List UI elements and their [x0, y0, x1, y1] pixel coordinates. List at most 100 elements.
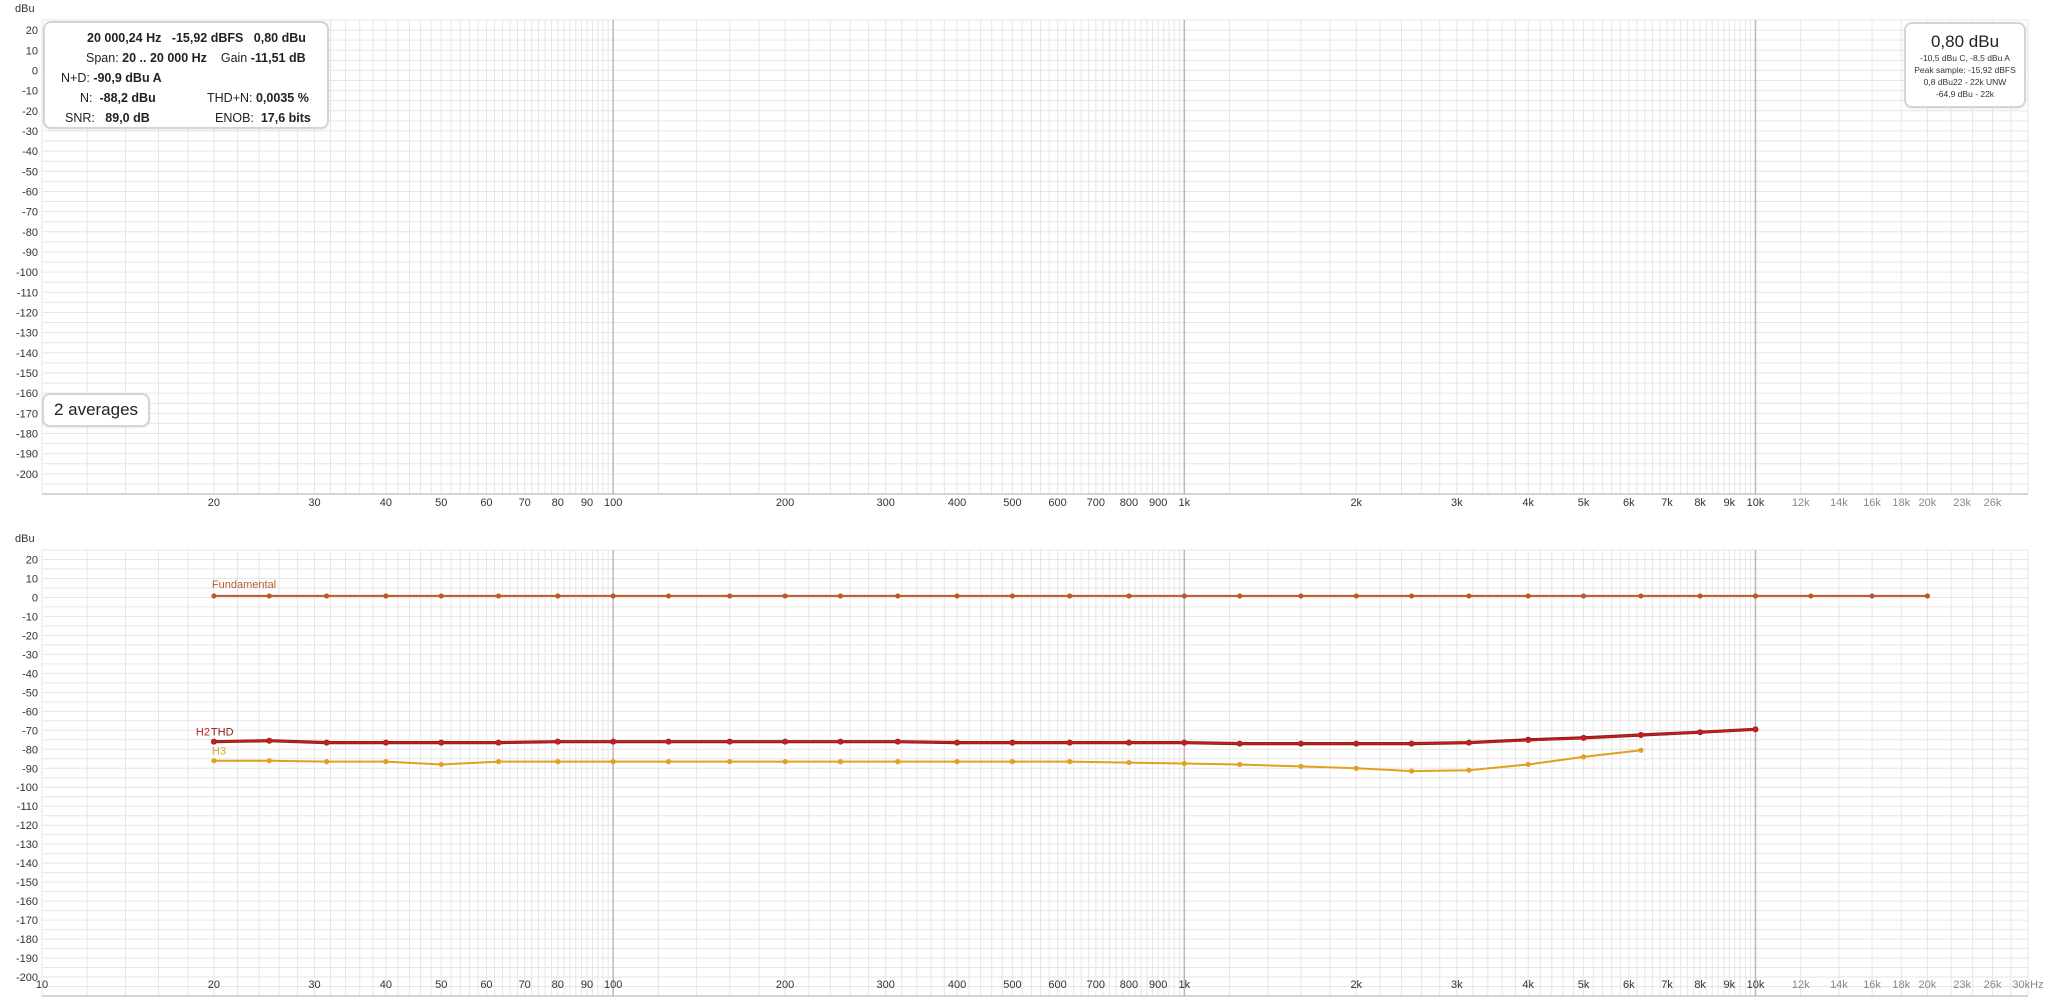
readout-enob-value: 17,6 bits: [260, 111, 311, 125]
x-tick-label: 2k: [1350, 979, 1362, 991]
averages-button[interactable]: 2 averages: [42, 393, 150, 427]
series-point-h2: [211, 739, 217, 745]
x-tick-label: 400: [948, 497, 966, 509]
y-tick-label: -160: [16, 896, 38, 908]
series-point-h2: [1525, 738, 1531, 744]
x-tick-label: 20: [208, 979, 220, 991]
readout-dbu: 0,80 dBu: [253, 31, 306, 45]
chart-svg[interactable]: dBu20100-10-20-30-40-50-60-70-80-90-100-…: [0, 0, 2048, 1000]
x-tick-label: 8k: [1694, 497, 1706, 509]
x-tick-label: 80: [552, 497, 564, 509]
y-tick-label: -140: [16, 348, 38, 360]
series-point-fundamental: [211, 593, 217, 599]
readout-gain-label: Gain: [220, 51, 248, 65]
y-tick-label: -200: [16, 469, 38, 481]
readout-line-2: Span: 20 .. 20 000 Hz Gain -11,51 dB: [86, 51, 306, 65]
series-point-h2: [1753, 726, 1758, 732]
x-tick-label: 10k: [1747, 979, 1765, 991]
readout-n-label: N:: [80, 91, 93, 105]
x-tick-label: 7k: [1661, 497, 1673, 509]
series-point-h2: [610, 739, 616, 745]
x-tick-label: 200: [776, 497, 794, 509]
y-tick-label: -30: [22, 649, 38, 661]
x-tick-label: 30kHz: [2012, 979, 2043, 991]
series-point-h3: [1409, 768, 1415, 774]
y-tick-label: -80: [22, 227, 38, 239]
x-tick-label: 18k: [1892, 979, 1910, 991]
series-point-fundamental: [438, 593, 444, 599]
x-tick-label: 6k: [1623, 979, 1635, 991]
series-point-h3: [1466, 767, 1472, 773]
readout-thdn: THD+N: 0,0035 %: [207, 91, 309, 105]
x-tick-label: 10k: [1747, 497, 1765, 509]
x-tick-label: 300: [876, 497, 894, 509]
x-tick-label: 70: [519, 497, 531, 509]
readout-thdn-label: THD+N:: [207, 91, 253, 105]
series-point-h3: [1638, 747, 1644, 753]
x-tick-label: 23k: [1953, 497, 1971, 509]
series-point-fundamental: [1466, 593, 1472, 599]
y-tick-label: -180: [16, 428, 38, 440]
series-point-h3: [324, 759, 330, 765]
y-tick-label: -140: [16, 858, 38, 870]
x-tick-label: 40: [380, 979, 392, 991]
x-tick-label: 5k: [1578, 979, 1590, 991]
y-tick-label: 0: [32, 592, 38, 604]
series-point-fundamental: [1525, 593, 1531, 599]
x-tick-label: 16k: [1863, 979, 1881, 991]
y-tick-label: -150: [16, 368, 38, 380]
rew-stage: dBu 20 10 0 -10 -20 -30 -40 -50 -60 -70 -80 -90 -100-…: [0, 0, 2048, 1000]
x-tick-label: 30: [308, 979, 320, 991]
readout-span-label: Span:: [86, 51, 119, 65]
x-tick-label: 300: [876, 979, 894, 991]
measurement-readout-panel: 20 000,24 Hz -15,92 dBFS 0,80 dBu Span: …: [43, 21, 329, 129]
x-tick-label: 90: [581, 979, 593, 991]
x-tick-label: 18k: [1892, 497, 1910, 509]
y-tick-label: -120: [16, 820, 38, 832]
series-point-h3: [837, 759, 844, 765]
series-point-fundamental: [954, 593, 960, 599]
series-point-fundamental: [1126, 593, 1132, 599]
x-tick-label: 800: [1120, 497, 1138, 509]
y-tick-label: -60: [22, 706, 38, 718]
readout-enob-label: ENOB:: [215, 111, 254, 125]
y-tick-label: -190: [16, 953, 38, 965]
series-point-h3: [383, 759, 389, 765]
x-tick-label: 12k: [1792, 979, 1810, 991]
level-line-2: Peak sample: -15,92 dBFS: [1914, 65, 2016, 75]
x-tick-label: 26k: [1984, 497, 2002, 509]
series-point-fundamental: [1298, 593, 1304, 599]
x-tick-label: 3k: [1451, 497, 1463, 509]
series-point-fundamental: [1009, 593, 1015, 599]
series-label-h3: H3: [212, 746, 226, 758]
x-tick-label: 26k: [1984, 979, 2002, 991]
x-tick-label: 40: [380, 497, 392, 509]
level-line-3: 0,8 dBu22 - 22k UNW: [1923, 77, 2007, 87]
x-tick-label: 14k: [1830, 497, 1848, 509]
plot-area-0[interactable]: [42, 20, 2028, 494]
series-point-h2: [1009, 740, 1015, 746]
readout-snr-label: SNR:: [65, 111, 95, 125]
x-tick-label: 3k: [1451, 979, 1463, 991]
series-point-fundamental: [1067, 593, 1073, 599]
series-point-h2: [954, 740, 960, 746]
y-tick-label: -50: [22, 166, 38, 178]
series-point-fundamental: [495, 593, 502, 599]
series-point-fundamental: [324, 593, 330, 599]
y-tick-label: 10: [26, 45, 38, 57]
x-tick-label: 700: [1087, 979, 1105, 991]
y-tick-label: -90: [22, 247, 38, 259]
x-tick-label: 900: [1149, 979, 1167, 991]
level-main: 0,80 dBu: [1930, 32, 2000, 51]
series-point-fundamental: [1638, 593, 1644, 599]
readout-line-1: 20 000,24 Hz -15,92 dBFS 0,80 dBu: [87, 31, 306, 45]
y-tick-label: -50: [22, 687, 38, 699]
x-tick-label: 4k: [1522, 979, 1534, 991]
readout-gain: -11,51 dB: [250, 51, 306, 65]
y-tick-label: -110: [17, 801, 38, 813]
series-point-fundamental: [1237, 593, 1243, 599]
x-tick-label: 400: [948, 979, 966, 991]
series-point-fundamental: [383, 593, 389, 599]
series-point-h3: [1237, 761, 1243, 768]
series-point-h2: [1298, 741, 1304, 746]
